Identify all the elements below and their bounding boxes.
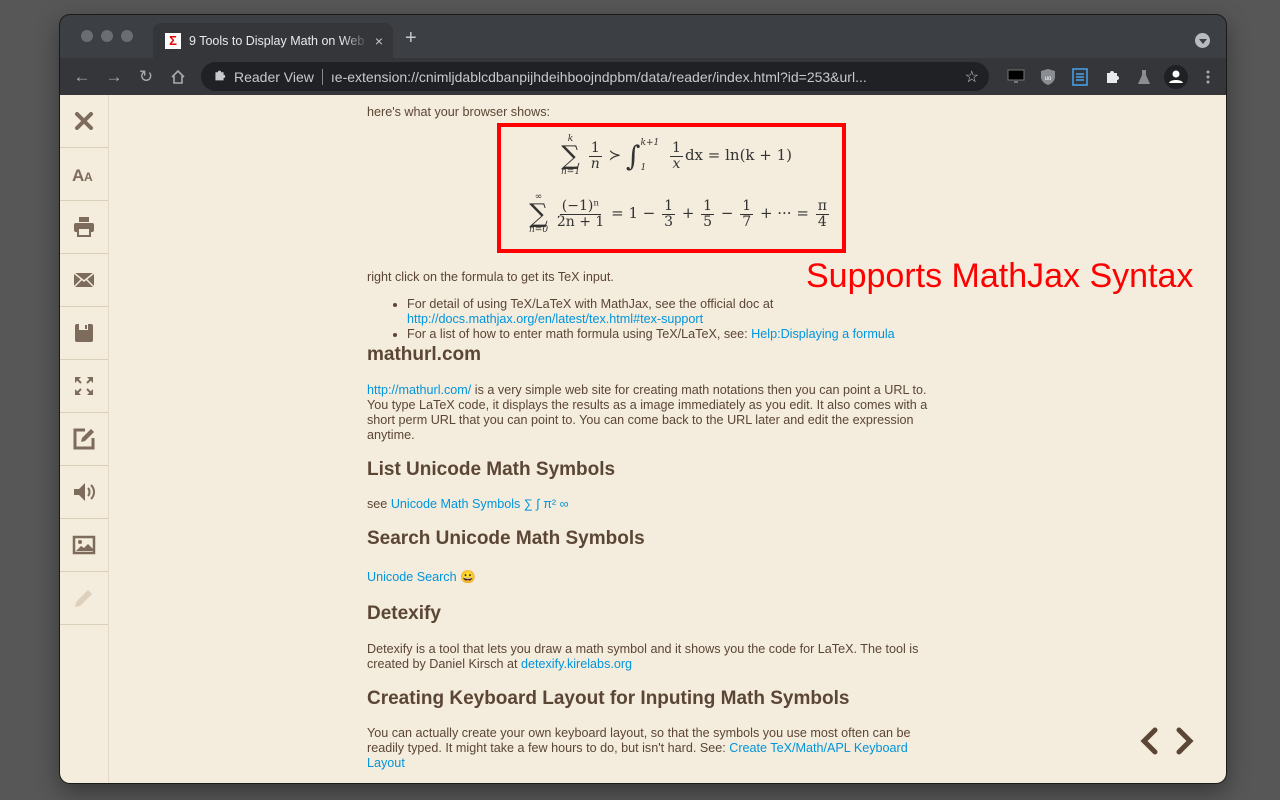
close-tab-button[interactable]: ×: [375, 33, 383, 49]
floppy-disk-icon: [75, 324, 93, 342]
svg-text:uo: uo: [1045, 76, 1052, 82]
sidebar-print-button[interactable]: [60, 201, 108, 254]
puzzle-extensions-icon[interactable]: [1096, 64, 1128, 89]
mathurl-link[interactable]: http://mathurl.com/: [367, 383, 471, 397]
close-window-button[interactable]: [81, 30, 93, 42]
extensions-area: uo: [1000, 64, 1224, 89]
kebab-menu-icon[interactable]: [1192, 64, 1224, 89]
reload-icon[interactable]: ↻: [134, 65, 158, 89]
detexify-link[interactable]: detexify.kirelabs.org: [521, 657, 632, 671]
svg-text:A: A: [72, 166, 84, 185]
ublock-shield-icon[interactable]: uo: [1032, 64, 1064, 89]
section-heading-search-unicode: Search Unicode Math Symbols: [367, 528, 645, 549]
omnibox-divider: [321, 68, 323, 85]
math-highlight-box: k ∑ n=1 1n ≻ ∫ k+1 1 1 x dx = ln(k + 1) ∞ ∑ n=0 …: [497, 123, 846, 253]
sidebar-close-button[interactable]: [60, 95, 108, 148]
unicode-symbols-paragraph: see Unicode Math Symbols ∑ ∫ π² ∞: [367, 497, 569, 511]
new-tab-button[interactable]: +: [405, 28, 417, 48]
star-icon[interactable]: ☆: [965, 67, 979, 87]
url-text[interactable]: ıe-extension://cnimljdablcdbanpijhdeihbo…: [331, 69, 965, 85]
image-icon: [72, 535, 96, 555]
pencil-icon: [75, 590, 92, 607]
list-item: For a list of how to enter math formula …: [407, 327, 927, 342]
sidebar-images-button[interactable]: [60, 519, 108, 572]
grinning-face-icon: 😀: [460, 570, 476, 584]
previous-page-icon[interactable]: [1138, 726, 1160, 761]
sidebar-design-mode-button[interactable]: [60, 413, 108, 466]
mathurl-paragraph: http://mathurl.com/ is a very simple web…: [367, 383, 928, 442]
reader-view-chip: Reader View: [234, 68, 314, 85]
flask-icon[interactable]: [1128, 64, 1160, 89]
section-heading-list-unicode: List Unicode Math Symbols: [367, 459, 616, 480]
sidebar-speech-button[interactable]: [60, 466, 108, 519]
home-icon[interactable]: [166, 65, 190, 89]
math-formula-1[interactable]: k ∑ n=1 1n ≻ ∫ k+1 1 1 x dx = ln(k + 1): [561, 135, 792, 177]
browser-window: Σ 9 Tools to Display Math on Web × + ← →…: [60, 15, 1226, 783]
forward-icon[interactable]: →: [102, 65, 126, 89]
back-icon[interactable]: ←: [70, 65, 94, 89]
minimize-window-button[interactable]: [101, 30, 113, 42]
sigma-icon: Σ: [165, 32, 181, 49]
unicode-search-paragraph: Unicode Search 😀: [367, 570, 476, 585]
unicode-search-link[interactable]: Unicode Search: [367, 570, 457, 584]
math-formula-2[interactable]: ∞ ∑ n=0 (−1)ⁿ 2n + 1 = 1 − 13 + 15 − 17 + ·…: [529, 193, 831, 235]
list-item: For detail of using TeX/LaTeX with MathJ…: [407, 297, 927, 327]
window-controls: [81, 30, 133, 42]
monitor-icon[interactable]: [1000, 64, 1032, 89]
close-icon: [75, 112, 93, 130]
keyboard-layout-paragraph: You can actually create your own keyboar…: [367, 726, 911, 770]
sidebar-email-button[interactable]: [60, 254, 108, 307]
displaying-formula-link[interactable]: Help:Displaying a formula: [751, 327, 895, 341]
tex-links-list: For detail of using TeX/LaTeX with MathJ…: [407, 297, 927, 342]
envelope-icon: [73, 272, 95, 288]
sidebar-save-button[interactable]: [60, 307, 108, 360]
section-heading-keyboard-layout: Creating Keyboard Layout for Inputing Ma…: [367, 688, 850, 709]
intro-text: here's what your browser shows:: [367, 105, 550, 119]
detexify-paragraph: Detexify is a tool that lets you draw a …: [367, 642, 919, 671]
section-heading-detexify: Detexify: [367, 603, 441, 624]
maximize-window-button[interactable]: [121, 30, 133, 42]
svg-text:A: A: [84, 170, 93, 184]
right-click-note: right click on the formula to get its Te…: [367, 270, 614, 284]
tab-strip: Σ 9 Tools to Display Math on Web × +: [60, 15, 1226, 58]
unicode-math-symbols-link[interactable]: Unicode Math Symbols ∑ ∫ π² ∞: [391, 497, 569, 511]
sidebar-font-size-button[interactable]: AA: [60, 148, 108, 201]
tab-search-icon[interactable]: [1195, 33, 1210, 48]
mathjax-docs-link[interactable]: http://docs.mathjax.org/en/latest/tex.ht…: [407, 312, 703, 326]
next-page-icon[interactable]: [1174, 726, 1196, 761]
reader-view-icon[interactable]: [1064, 64, 1096, 89]
page-navigation: [1138, 726, 1196, 761]
mathjax-annotation: Supports MathJax Syntax: [806, 257, 1194, 295]
edit-icon: [73, 428, 95, 450]
printer-icon: [74, 217, 94, 237]
puzzle-icon: [213, 69, 226, 85]
speaker-icon: [74, 483, 95, 501]
fullscreen-icon: [75, 377, 93, 395]
sidebar-highlight-button[interactable]: [60, 572, 108, 625]
tab-active[interactable]: Σ 9 Tools to Display Math on Web ×: [153, 23, 393, 58]
address-bar[interactable]: Reader View ıe-extension://cnimljdablcdb…: [201, 62, 989, 91]
font-size-icon: AA: [72, 166, 93, 185]
reader-page: AA here's what your browser shows: k ∑ n…: [60, 95, 1226, 783]
sidebar-fullscreen-button[interactable]: [60, 360, 108, 413]
reader-sidebar: AA: [60, 95, 109, 783]
section-heading-mathurl: mathurl.com: [367, 344, 482, 365]
browser-toolbar: ← → ↻ Reader View ıe-extension://cnimljd…: [60, 58, 1226, 95]
tab-title: 9 Tools to Display Math on Web: [189, 33, 365, 48]
profile-avatar-icon[interactable]: [1160, 64, 1192, 89]
